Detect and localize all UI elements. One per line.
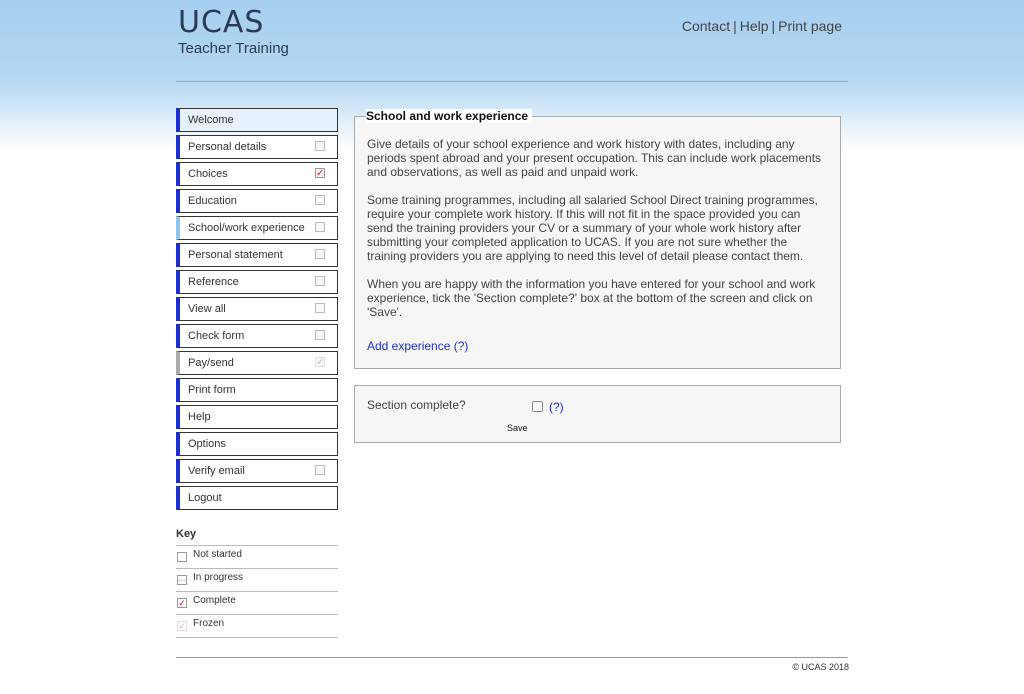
separator: |	[733, 18, 737, 34]
sidebar-item-label: Reference	[188, 276, 239, 288]
key-label: In progress	[193, 572, 244, 583]
save-button[interactable]: Save	[507, 423, 528, 433]
info-paragraph: Give details of your school experience a…	[367, 137, 822, 179]
sidebar-item-label: Options	[188, 438, 226, 450]
sidebar-item-label: View all	[188, 303, 226, 315]
page-title: School and work experience	[366, 109, 533, 123]
section-complete-panel: Section complete? (?) Save	[354, 385, 841, 443]
sidebar-item-education[interactable]: Education	[176, 189, 338, 213]
footer-divider	[176, 657, 848, 658]
not-started-icon	[177, 552, 187, 562]
info-paragraph: When you are happy with the information …	[367, 277, 816, 319]
status-checkbox-icon	[315, 330, 325, 340]
sidebar-nav: Welcome Personal details Choices ✓ Educat…	[176, 108, 338, 513]
frozen-tick-icon: ✓	[315, 357, 325, 368]
section-complete-label: Section complete?	[367, 398, 466, 412]
sidebar-item-label: Print form	[188, 384, 236, 396]
key-label: Not started	[193, 549, 242, 560]
status-checkbox-icon	[315, 249, 325, 259]
in-progress-icon: ...	[177, 574, 187, 585]
sidebar-item-label: Pay/send	[188, 357, 234, 369]
add-experience-link[interactable]: Add experience (?)	[367, 339, 468, 353]
sidebar-item-label: Verify email	[188, 465, 245, 477]
complete-tick-icon: ✓	[177, 598, 187, 608]
sidebar-item-personal-statement[interactable]: Personal statement	[176, 243, 338, 267]
key-row: Not started	[176, 545, 338, 568]
sidebar-item-help[interactable]: Help	[176, 405, 338, 429]
sidebar-item-pay-send[interactable]: Pay/send ✓	[176, 351, 338, 375]
sidebar-item-choices[interactable]: Choices ✓	[176, 162, 338, 186]
sidebar-item-personal-details[interactable]: Personal details	[176, 135, 338, 159]
copyright-text: © UCAS 2018	[792, 662, 849, 672]
sidebar-item-label: Personal statement	[188, 249, 283, 261]
sidebar-item-check-form[interactable]: Check form	[176, 324, 338, 348]
section-complete-checkbox[interactable]	[532, 401, 543, 412]
key-title: Key	[176, 528, 197, 540]
print-page-link[interactable]: Print page	[778, 18, 842, 34]
ucas-logo[interactable]: UCAS Teacher Training	[178, 8, 289, 58]
sidebar-item-label: Welcome	[188, 114, 234, 126]
sidebar-item-print-form[interactable]: Print form	[176, 378, 338, 402]
status-checkbox-icon	[315, 303, 325, 313]
sidebar-item-label: Personal details	[188, 141, 267, 153]
sidebar-item-label: School/work experience	[188, 222, 305, 234]
info-panel: Give details of your school experience a…	[354, 116, 841, 369]
sidebar-item-welcome[interactable]: Welcome	[176, 108, 338, 132]
logo-main-text: UCAS	[178, 5, 265, 40]
key-row: ✓ Complete	[176, 591, 338, 614]
status-checkbox-icon	[315, 465, 325, 475]
help-link[interactable]: Help	[740, 18, 769, 34]
status-checkbox-icon	[315, 141, 325, 151]
info-text: Give details of your school experience a…	[367, 137, 825, 333]
header-divider	[176, 81, 848, 82]
sidebar-item-label: Help	[188, 411, 211, 423]
sidebar-item-label: Logout	[188, 492, 222, 504]
key-row: ... In progress	[176, 568, 338, 591]
key-row: ✓ Frozen	[176, 614, 338, 638]
sidebar-item-label: Education	[188, 195, 237, 207]
complete-tick-icon: ✓	[315, 168, 325, 179]
sidebar-item-verify-email[interactable]: Verify email	[176, 459, 338, 483]
status-key: Key Not started ... In progress ✓ Complete…	[176, 528, 338, 638]
sidebar-item-reference[interactable]: Reference	[176, 270, 338, 294]
status-checkbox-icon	[315, 222, 325, 232]
sidebar-item-logout[interactable]: Logout	[176, 486, 338, 510]
logo-sub-text: Teacher Training	[178, 40, 289, 57]
frozen-tick-icon: ✓	[177, 621, 187, 631]
separator: |	[771, 18, 776, 34]
sidebar-item-options[interactable]: Options	[176, 432, 338, 456]
sidebar-item-view-all[interactable]: View all	[176, 297, 338, 321]
key-label: Frozen	[193, 618, 225, 629]
key-label: Complete	[193, 595, 236, 606]
status-checkbox-icon	[315, 276, 325, 286]
section-complete-help-link[interactable]: (?)	[549, 400, 564, 414]
status-checkbox-icon	[315, 195, 325, 205]
sidebar-item-school-work-experience[interactable]: School/work experience	[176, 216, 338, 240]
sidebar-item-label: Choices	[188, 168, 228, 180]
contact-link[interactable]: Contact	[682, 18, 730, 34]
info-paragraph: Some training programmes, including all …	[367, 193, 818, 263]
top-links: Contact | Help | Print page	[682, 18, 842, 34]
sidebar-item-label: Check form	[188, 330, 245, 342]
